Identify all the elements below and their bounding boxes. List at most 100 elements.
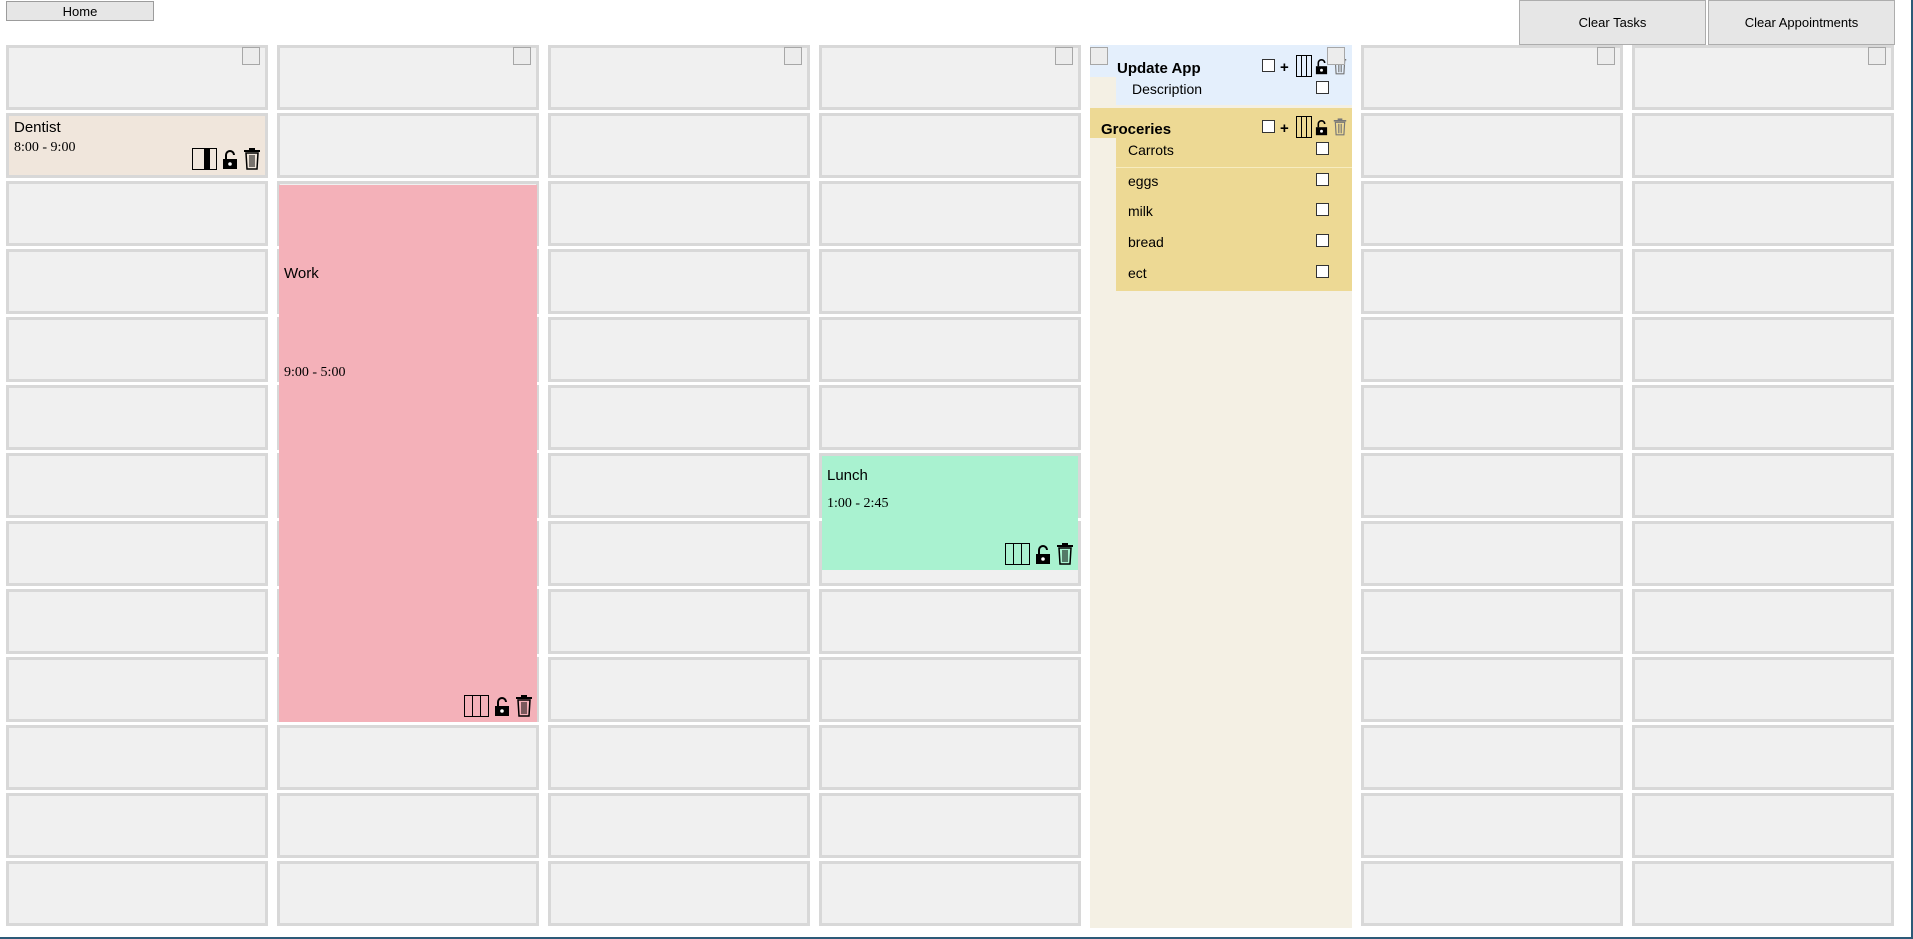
time-slot[interactable] <box>1361 113 1623 178</box>
task-list-checkbox[interactable] <box>1262 59 1275 72</box>
time-slot[interactable] <box>819 45 1081 110</box>
time-slot[interactable] <box>277 725 539 790</box>
time-slot[interactable] <box>1632 385 1894 450</box>
appointment-card[interactable]: Work 9:00 - 5:00 <box>279 185 537 722</box>
time-slot[interactable] <box>548 861 810 926</box>
time-slot[interactable] <box>1632 657 1894 722</box>
time-slot[interactable] <box>1632 453 1894 518</box>
time-slot[interactable] <box>6 793 268 858</box>
time-slot[interactable] <box>548 725 810 790</box>
time-slot[interactable] <box>548 317 810 382</box>
time-slot[interactable] <box>819 181 1081 246</box>
clear-tasks-button[interactable]: Clear Tasks <box>1519 0 1706 45</box>
day-select-checkbox[interactable] <box>784 47 802 65</box>
time-slot[interactable] <box>548 521 810 586</box>
time-slot[interactable] <box>1632 317 1894 382</box>
time-slot[interactable] <box>1632 181 1894 246</box>
home-button[interactable]: Home <box>6 1 154 21</box>
unlock-icon[interactable] <box>1035 545 1051 568</box>
time-slot[interactable] <box>548 453 810 518</box>
time-slot[interactable] <box>1632 521 1894 586</box>
time-slot[interactable] <box>277 861 539 926</box>
time-slot[interactable] <box>548 793 810 858</box>
time-slot[interactable] <box>1361 317 1623 382</box>
time-slot[interactable] <box>548 45 810 110</box>
trash-icon[interactable] <box>1333 118 1347 139</box>
task-day-checkbox[interactable] <box>1327 47 1345 65</box>
time-slot[interactable] <box>6 861 268 926</box>
task-item-checkbox[interactable] <box>1316 265 1329 278</box>
time-slot[interactable] <box>548 181 810 246</box>
time-slot[interactable] <box>277 793 539 858</box>
trash-icon[interactable] <box>1056 543 1074 568</box>
time-slot[interactable] <box>819 113 1081 178</box>
time-slot[interactable] <box>819 725 1081 790</box>
day-select-checkbox[interactable] <box>1597 47 1615 65</box>
time-slot[interactable] <box>1361 793 1623 858</box>
time-slot[interactable] <box>1361 725 1623 790</box>
task-item-checkbox[interactable] <box>1316 81 1329 94</box>
time-slot[interactable] <box>1361 249 1623 314</box>
trash-icon[interactable] <box>515 695 533 720</box>
time-slot[interactable] <box>6 317 268 382</box>
time-slot[interactable] <box>1361 861 1623 926</box>
time-slot[interactable] <box>819 589 1081 654</box>
time-slot[interactable] <box>819 385 1081 450</box>
time-slot[interactable] <box>1632 249 1894 314</box>
task-item-checkbox[interactable] <box>1316 234 1329 247</box>
trash-icon[interactable] <box>243 148 261 173</box>
time-slot[interactable] <box>548 589 810 654</box>
time-slot[interactable] <box>819 793 1081 858</box>
unlock-icon[interactable] <box>1315 120 1328 139</box>
split-icon[interactable] <box>1296 55 1312 80</box>
day-select-checkbox[interactable] <box>1055 47 1073 65</box>
split-icon[interactable] <box>464 695 489 720</box>
time-slot[interactable] <box>1632 793 1894 858</box>
time-slot[interactable] <box>6 45 268 110</box>
split-icon[interactable] <box>1005 543 1030 568</box>
appointment-card[interactable]: Lunch 1:00 - 2:45 <box>822 456 1078 570</box>
split-icon[interactable] <box>192 148 217 173</box>
time-slot[interactable] <box>548 113 810 178</box>
time-slot[interactable] <box>1361 453 1623 518</box>
time-slot[interactable] <box>6 249 268 314</box>
day-select-checkbox[interactable] <box>242 47 260 65</box>
time-slot[interactable] <box>548 249 810 314</box>
time-slot[interactable] <box>1361 657 1623 722</box>
add-task-icon[interactable]: + <box>1280 120 1289 137</box>
time-slot[interactable] <box>1361 589 1623 654</box>
add-task-icon[interactable]: + <box>1280 59 1289 76</box>
split-icon[interactable] <box>1296 116 1312 141</box>
time-slot[interactable] <box>6 521 268 586</box>
time-slot[interactable] <box>6 657 268 722</box>
unlock-icon[interactable] <box>494 697 510 720</box>
time-slot[interactable] <box>6 181 268 246</box>
task-item-checkbox[interactable] <box>1316 173 1329 186</box>
time-slot[interactable] <box>6 589 268 654</box>
time-slot[interactable] <box>277 45 539 110</box>
time-slot[interactable] <box>819 249 1081 314</box>
appointment-card[interactable]: Dentist 8:00 - 9:00 <box>9 116 265 175</box>
time-slot[interactable] <box>1361 45 1623 110</box>
time-slot[interactable] <box>1361 521 1623 586</box>
task-list-checkbox[interactable] <box>1262 120 1275 133</box>
time-slot[interactable] <box>819 861 1081 926</box>
time-slot[interactable] <box>1632 725 1894 790</box>
time-slot[interactable] <box>1632 45 1894 110</box>
time-slot[interactable] <box>1361 181 1623 246</box>
time-slot[interactable] <box>548 385 810 450</box>
task-item-checkbox[interactable] <box>1316 203 1329 216</box>
time-slot[interactable] <box>819 657 1081 722</box>
time-slot[interactable] <box>1632 113 1894 178</box>
day-select-checkbox[interactable] <box>513 47 531 65</box>
time-slot[interactable] <box>1361 385 1623 450</box>
time-slot[interactable] <box>819 317 1081 382</box>
time-slot[interactable] <box>6 385 268 450</box>
time-slot[interactable] <box>277 113 539 178</box>
time-slot[interactable] <box>6 453 268 518</box>
time-slot[interactable] <box>6 725 268 790</box>
time-slot[interactable] <box>548 657 810 722</box>
time-slot[interactable] <box>1632 861 1894 926</box>
task-item-checkbox[interactable] <box>1316 142 1329 155</box>
unlock-icon[interactable] <box>222 150 238 173</box>
